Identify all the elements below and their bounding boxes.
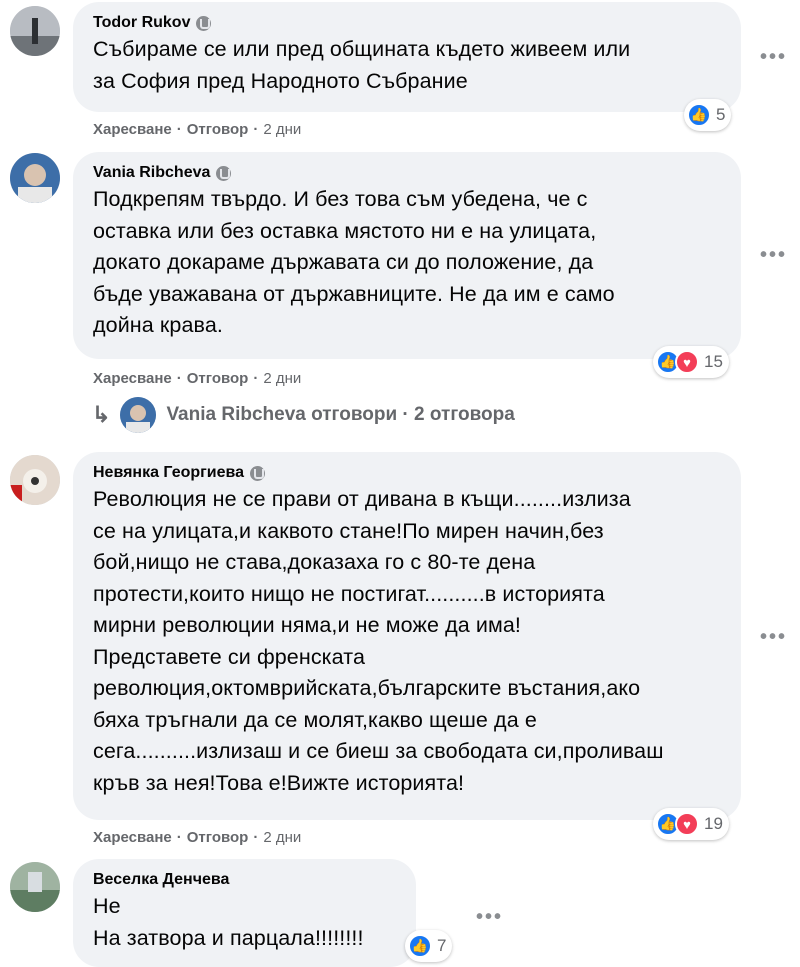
- author-name[interactable]: Веселка Денчева: [93, 871, 229, 889]
- comment-text: Подкрепям твърдо. И без това съм убедена…: [93, 187, 615, 337]
- comment-actions: Харесване · Отговор · 2 дни: [93, 121, 302, 138]
- comment-bubble: Vania Ribcheva Подкрепям твърдо. И без т…: [73, 152, 741, 359]
- comment-time[interactable]: 2 дни: [263, 121, 301, 138]
- reply-link[interactable]: Отговор: [187, 370, 249, 387]
- avatar[interactable]: [10, 455, 60, 505]
- avatar[interactable]: [10, 862, 60, 912]
- like-link[interactable]: Харесване: [93, 370, 172, 387]
- avatar: [120, 397, 157, 433]
- reaction-summary[interactable]: 👍 ♥ 15: [653, 346, 729, 378]
- reaction-count: 15: [704, 352, 723, 371]
- comment-actions: Харесване · Отговор · 2 дни: [93, 829, 302, 846]
- reaction-count: 7: [437, 936, 447, 955]
- author-name[interactable]: Невянка Георгиева: [93, 464, 244, 482]
- top-fan-badge-icon: [216, 165, 232, 181]
- reply-link[interactable]: Отговор: [187, 829, 249, 846]
- reply-link[interactable]: Отговор: [187, 121, 249, 138]
- view-replies-link[interactable]: ↳ Vania Ribcheva отговори · 2 отговора: [92, 397, 515, 433]
- author-name[interactable]: Todor Rukov: [93, 14, 190, 32]
- comment-author[interactable]: Невянка Георгиева: [93, 462, 721, 484]
- comment-bubble: Todor Rukov Събираме се или пред общинат…: [73, 2, 741, 112]
- reaction-summary[interactable]: 👍 ♥ 19: [653, 808, 729, 840]
- more-options-icon[interactable]: •••: [760, 47, 787, 67]
- like-reaction-icon: 👍: [408, 934, 432, 958]
- comment-bubble: Веселка Денчева Не На затвора и парцала!…: [73, 859, 416, 967]
- top-fan-badge-icon: [196, 15, 212, 31]
- like-link[interactable]: Харесване: [93, 121, 172, 138]
- comment-time[interactable]: 2 дни: [263, 370, 301, 387]
- top-fan-badge-icon: [250, 465, 266, 481]
- comment-author[interactable]: Todor Rukov: [93, 12, 721, 34]
- reaction-summary[interactable]: 👍 5: [684, 99, 732, 131]
- reply-arrow-icon: ↳: [92, 402, 111, 427]
- avatar[interactable]: [10, 6, 60, 56]
- like-link[interactable]: Харесване: [93, 829, 172, 846]
- love-reaction-icon: ♥: [675, 812, 699, 836]
- comment-author[interactable]: Vania Ribcheva: [93, 162, 721, 184]
- comment-text: Събираме се или пред общината където жив…: [93, 37, 631, 93]
- more-options-icon[interactable]: •••: [760, 245, 787, 265]
- comment-time[interactable]: 2 дни: [263, 829, 301, 846]
- comment-bubble: Невянка Георгиева Революция не се прави …: [73, 452, 741, 820]
- reaction-count: 5: [716, 105, 726, 124]
- comment-text: Революция не се прави от дивана в къщи..…: [93, 487, 664, 795]
- more-options-icon[interactable]: •••: [476, 907, 503, 927]
- like-reaction-icon: 👍: [687, 103, 711, 127]
- love-reaction-icon: ♥: [675, 350, 699, 374]
- replies-link-text[interactable]: Vania Ribcheva отговори · 2 отговора: [166, 404, 514, 426]
- avatar[interactable]: [10, 153, 60, 203]
- comment-text: Не На затвора и парцала!!!!!!!!: [93, 894, 364, 950]
- more-options-icon[interactable]: •••: [760, 627, 787, 647]
- reaction-count: 19: [704, 814, 723, 833]
- comment-author[interactable]: Веселка Денчева: [93, 869, 396, 891]
- comment-actions: Харесване · Отговор · 2 дни: [93, 370, 302, 387]
- reaction-summary[interactable]: 👍 7: [405, 930, 453, 962]
- author-name[interactable]: Vania Ribcheva: [93, 164, 210, 182]
